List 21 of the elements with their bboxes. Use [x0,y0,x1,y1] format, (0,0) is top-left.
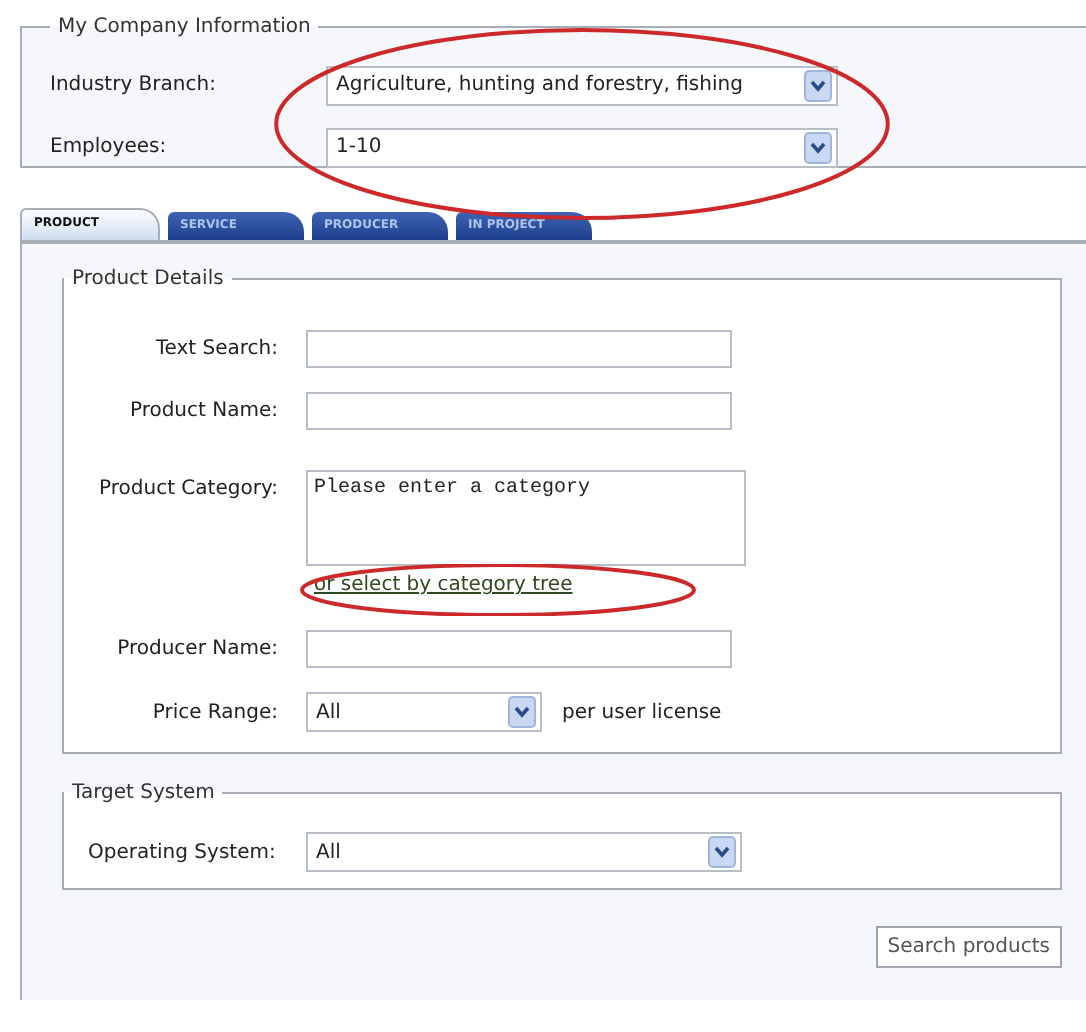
unit-label: per user license [562,701,722,723]
input-field[interactable] [306,392,732,430]
field-label: Operating System: [88,841,278,863]
dropdown[interactable]: All [306,832,742,872]
dropdown[interactable]: All [306,692,542,732]
dropdown[interactable]: 1-10 [326,127,838,167]
input-field[interactable] [306,330,732,368]
field-label: Price Range: [150,701,278,723]
section-legend: Target System [64,782,223,804]
field-label: Producer Name: [115,638,278,660]
section-legend: Product Details [64,268,232,290]
search-button[interactable]: Search products [875,926,1062,968]
field-label: Industry Branch: [50,74,218,96]
field-label: Text Search: [153,338,278,360]
field-label: Product Name: [127,400,278,422]
section-legend: My Company Information [50,16,319,38]
input-field[interactable] [306,630,732,668]
field-label: Employees: [50,136,169,158]
dropdown[interactable]: Agriculture, hunting and forestry, fishing [326,65,838,105]
field-label: Product Category: [97,478,278,500]
text-area[interactable]: Please enter a category [306,470,746,566]
